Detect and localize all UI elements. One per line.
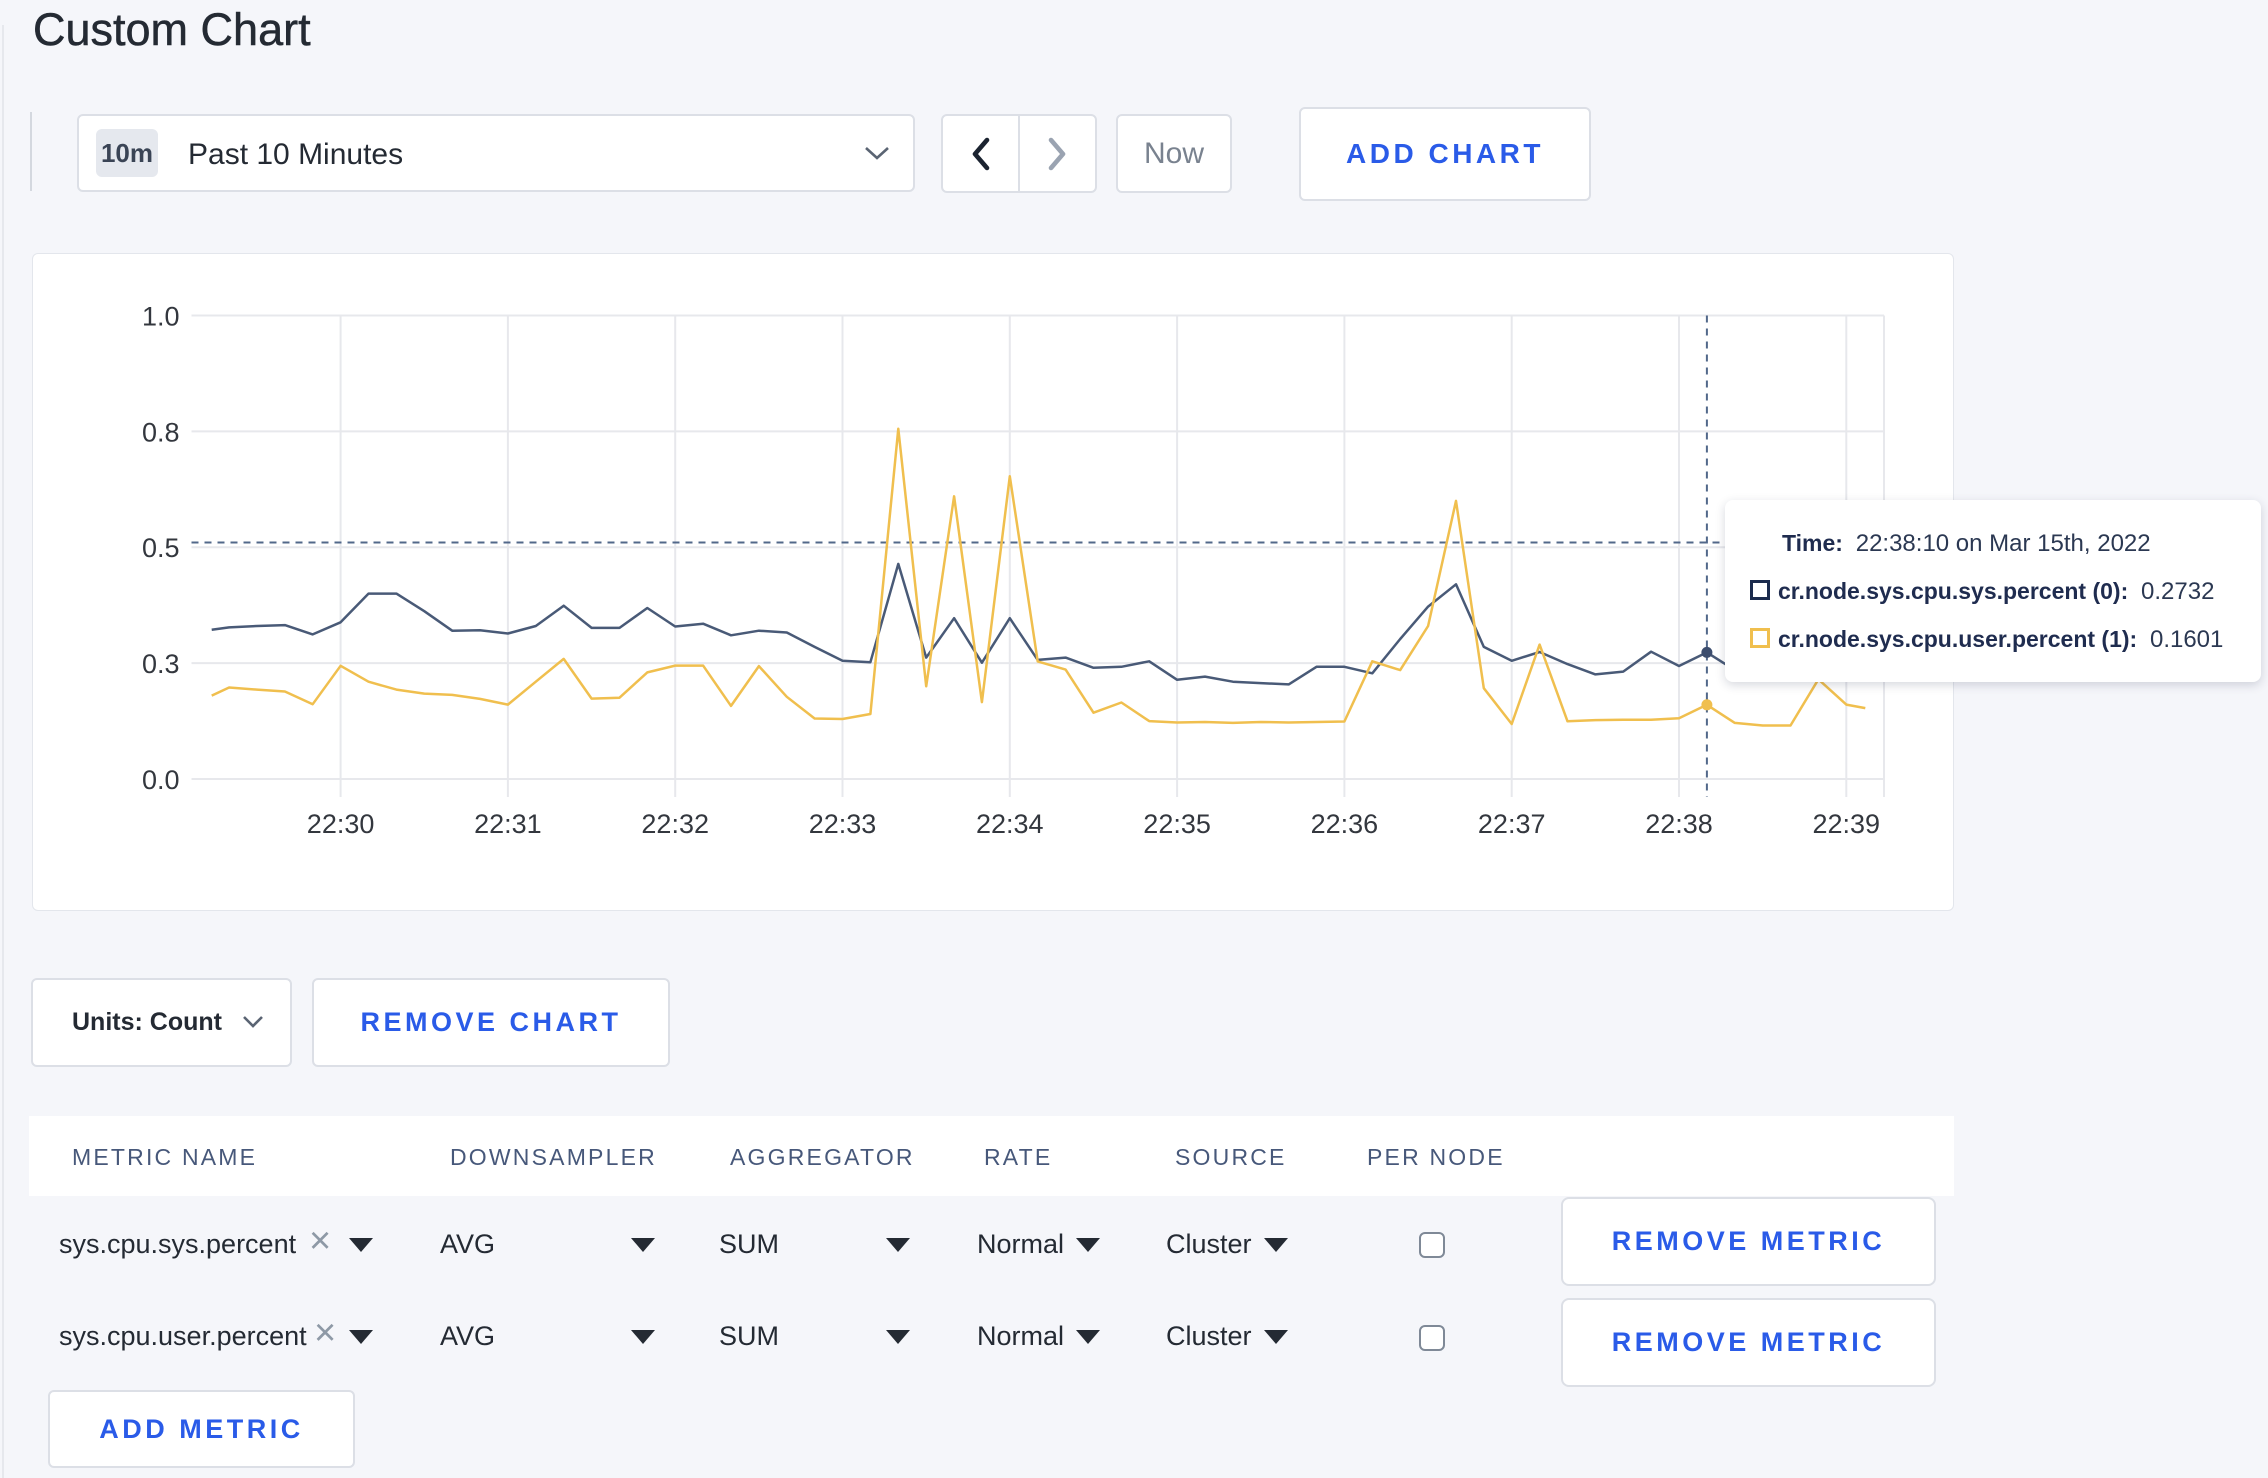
svg-text:0.8: 0.8 bbox=[142, 417, 180, 447]
svg-text:22:36: 22:36 bbox=[1311, 809, 1379, 839]
svg-text:22:34: 22:34 bbox=[976, 809, 1044, 839]
svg-text:22:37: 22:37 bbox=[1478, 809, 1546, 839]
svg-text:0.3: 0.3 bbox=[142, 649, 180, 679]
svg-text:22:35: 22:35 bbox=[1143, 809, 1211, 839]
svg-text:0.0: 0.0 bbox=[142, 765, 180, 795]
svg-text:22:38: 22:38 bbox=[1645, 809, 1713, 839]
svg-text:22:30: 22:30 bbox=[307, 809, 375, 839]
svg-text:22:32: 22:32 bbox=[641, 809, 709, 839]
svg-text:0.5: 0.5 bbox=[142, 533, 180, 563]
svg-text:22:33: 22:33 bbox=[809, 809, 877, 839]
svg-text:1.0: 1.0 bbox=[142, 302, 180, 332]
svg-text:22:39: 22:39 bbox=[1813, 809, 1881, 839]
svg-text:22:31: 22:31 bbox=[474, 809, 542, 839]
